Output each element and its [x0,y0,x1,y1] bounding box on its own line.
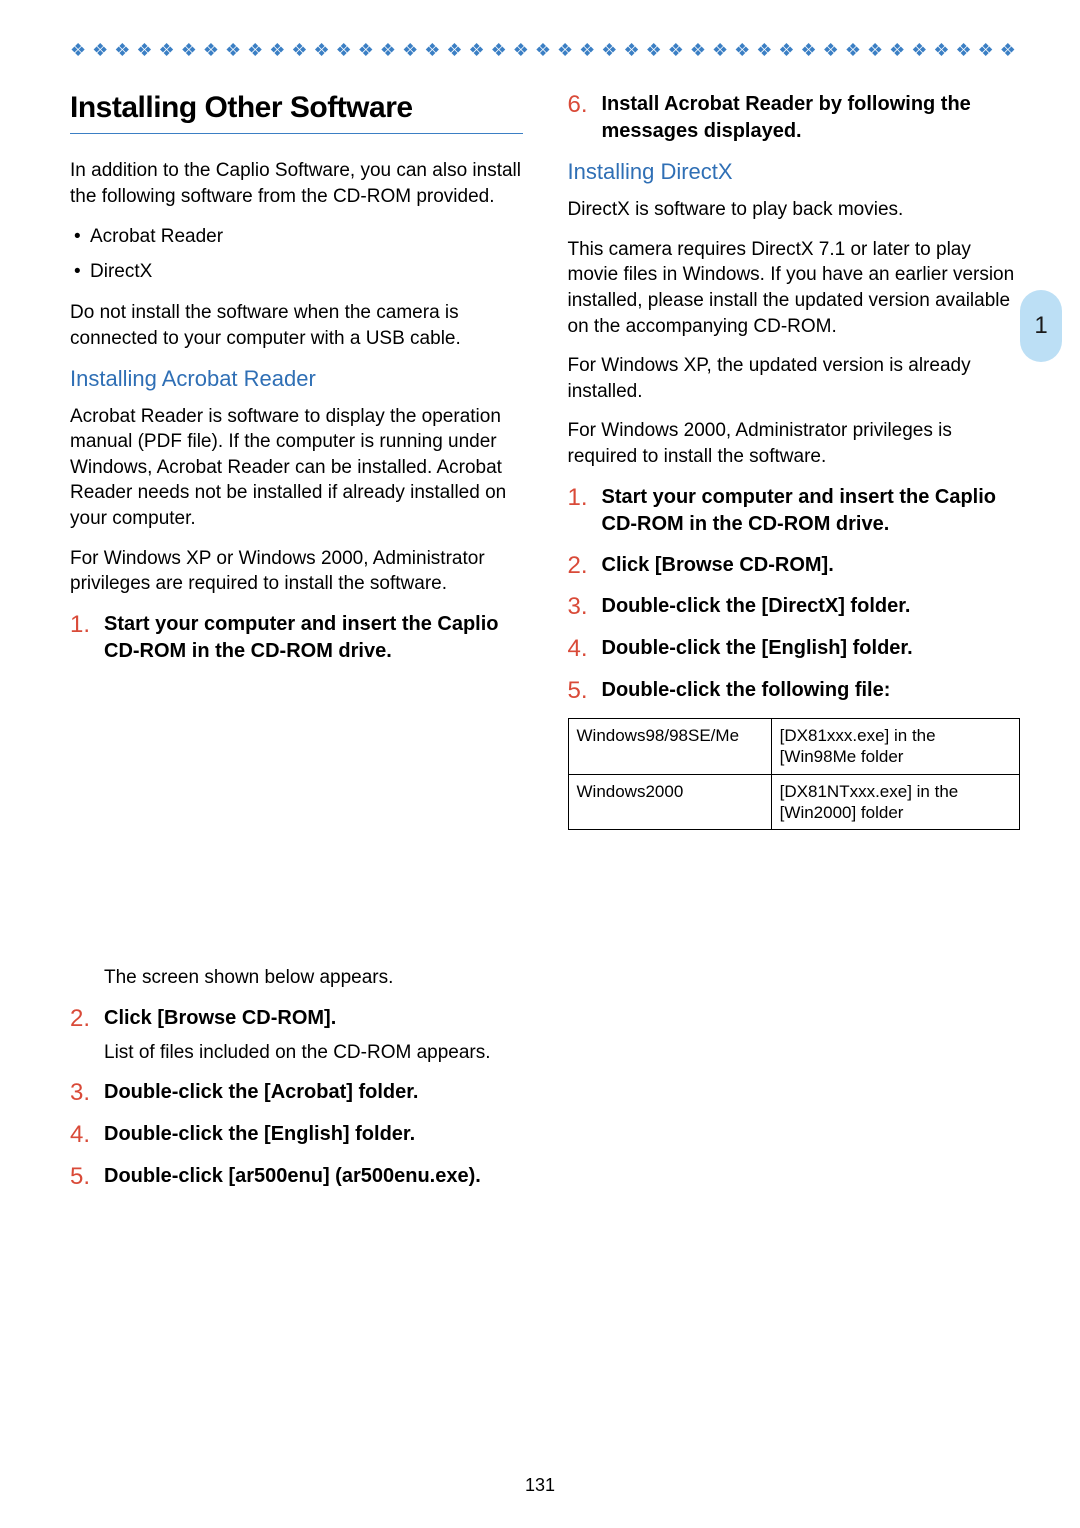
step-text: Double-click the [English] folder. [104,1121,523,1149]
step-text: Start your computer and insert the Capli… [602,484,1021,538]
step-text: Double-click [ar500enu] (ar500enu.exe). [104,1163,523,1191]
step-number: 2. [568,552,602,580]
step-text: Double-click the [Acrobat] folder. [104,1079,523,1107]
left-column: Installing Other Software In addition to… [70,91,523,1204]
step-item: 2. Click [Browse CD-ROM]. [568,552,1021,580]
step-title: Click [Browse CD-ROM]. [104,1007,336,1029]
step-number: 3. [568,593,602,621]
step-subtext: The screen shown below appears. [104,965,523,991]
step-number: 5. [70,1163,104,1191]
list-item: DirectX [74,258,523,287]
step-number: 1. [568,484,602,538]
step-number: 5. [568,677,602,705]
decor-border: ❖ ❖ ❖ ❖ ❖ ❖ ❖ ❖ ❖ ❖ ❖ ❖ ❖ ❖ ❖ ❖ ❖ ❖ ❖ ❖ … [70,40,1020,61]
step-number: 1. [70,611,104,991]
table-cell-file: [DX81NTxxx.exe] in the [Win2000] folder [771,774,1019,830]
section-heading-acrobat: Installing Acrobat Reader [70,366,523,392]
section-heading-directx: Installing DirectX [568,159,1021,185]
body-text: DirectX is software to play back movies. [568,197,1021,223]
step-text: Click [Browse CD-ROM]. List of files inc… [104,1005,523,1066]
step-text: Double-click the [DirectX] folder. [602,593,1021,621]
step-number: 6. [568,91,602,145]
directx-file-table: Windows98/98SE/Me [DX81xxx.exe] in the [… [568,718,1021,830]
two-column-layout: Installing Other Software In addition to… [70,91,1020,1204]
step-number: 2. [70,1005,104,1066]
step-text: Double-click the following file: [602,677,1021,705]
body-text: For Windows XP or Windows 2000, Administ… [70,546,523,597]
step-item: 4. Double-click the [English] folder. [70,1121,523,1149]
step-item: 5. Double-click the following file: [568,677,1021,705]
step-text: Start your computer and insert the Capli… [104,611,523,991]
step-item: 6. Install Acrobat Reader by following t… [568,91,1021,145]
step-number: 3. [70,1079,104,1107]
step-subtext: List of files included on the CD-ROM app… [104,1040,523,1066]
body-text: Acrobat Reader is software to display th… [70,404,523,532]
table-cell-os: Windows98/98SE/Me [568,719,771,775]
body-text: This camera requires DirectX 7.1 or late… [568,237,1021,340]
step-item: 3. Double-click the [Acrobat] folder. [70,1079,523,1107]
step-item: 5. Double-click [ar500enu] (ar500enu.exe… [70,1163,523,1191]
table-cell-os: Windows2000 [568,774,771,830]
step-item: 4. Double-click the [English] folder. [568,635,1021,663]
list-item: Acrobat Reader [74,223,523,252]
step-number: 4. [568,635,602,663]
right-column: 6. Install Acrobat Reader by following t… [568,91,1021,1204]
manual-page: ❖ ❖ ❖ ❖ ❖ ❖ ❖ ❖ ❖ ❖ ❖ ❖ ❖ ❖ ❖ ❖ ❖ ❖ ❖ ❖ … [0,0,1080,1244]
table-cell-file: [DX81xxx.exe] in the [Win98Me folder [771,719,1019,775]
step-item: 2. Click [Browse CD-ROM]. List of files … [70,1005,523,1066]
body-text: For Windows 2000, Administrator privileg… [568,418,1021,469]
step-title: Start your computer and insert the Capli… [104,613,499,662]
step-item: 1. Start your computer and insert the Ca… [568,484,1021,538]
warning-paragraph: Do not install the software when the cam… [70,300,523,351]
table-row: Windows2000 [DX81NTxxx.exe] in the [Win2… [568,774,1020,830]
chapter-tab: 1 [1020,290,1062,362]
step-item: 1. Start your computer and insert the Ca… [70,611,523,991]
step-text: Click [Browse CD-ROM]. [602,552,1021,580]
intro-paragraph: In addition to the Caplio Software, you … [70,158,523,209]
body-text: For Windows XP, the updated version is a… [568,353,1021,404]
page-title: Installing Other Software [70,91,523,134]
step-number: 4. [70,1121,104,1149]
table-row: Windows98/98SE/Me [DX81xxx.exe] in the [… [568,719,1020,775]
step-text: Install Acrobat Reader by following the … [602,91,1021,145]
software-list: Acrobat Reader DirectX [70,223,523,286]
step-item: 3. Double-click the [DirectX] folder. [568,593,1021,621]
page-number: 131 [0,1475,1080,1496]
step-text: Double-click the [English] folder. [602,635,1021,663]
